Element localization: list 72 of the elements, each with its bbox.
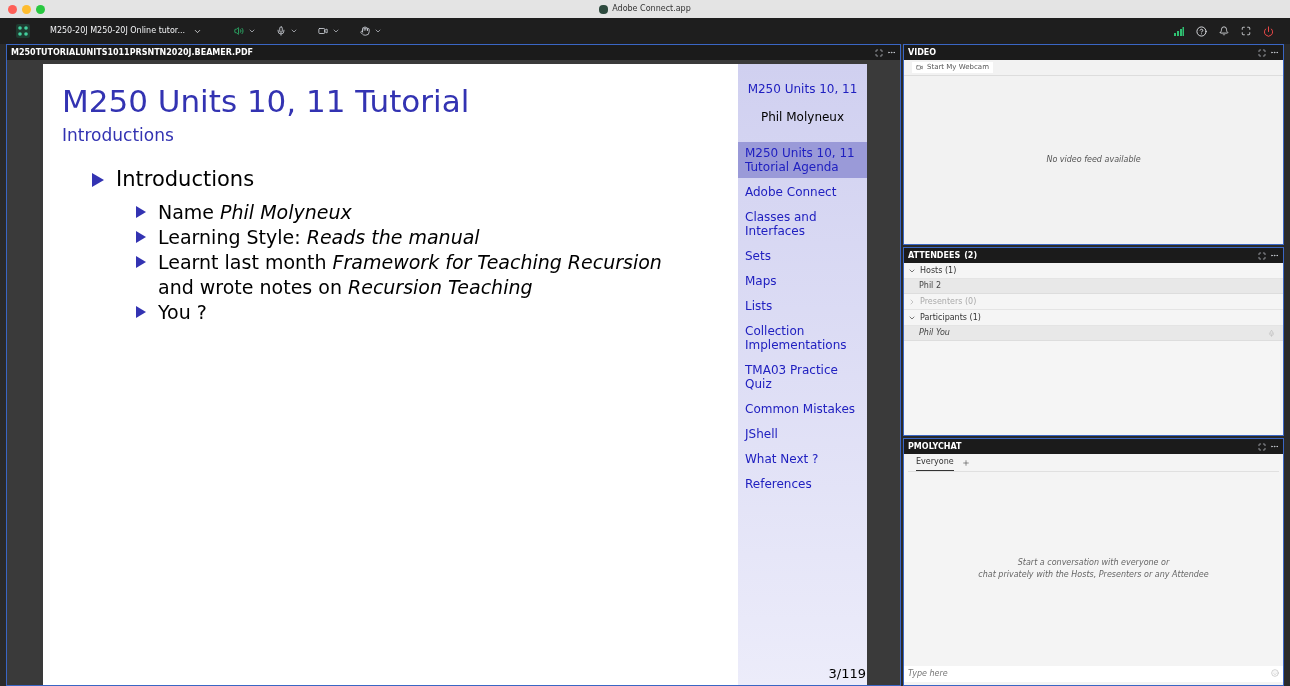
app-logo-icon — [16, 24, 30, 38]
maximize-icon[interactable] — [1258, 442, 1266, 451]
chevron-right-icon — [908, 297, 916, 306]
camera-icon — [318, 26, 329, 36]
bell-icon[interactable] — [1219, 26, 1229, 36]
bullet-text: You ? — [158, 299, 207, 325]
pod-title: VIDEO — [908, 46, 937, 59]
sidebar-item[interactable]: M250 Units 10, 11 Tutorial Agenda — [738, 142, 867, 178]
sidebar-item[interactable]: Common Mistakes — [738, 398, 867, 420]
sidebar-item[interactable]: TMA03 Practice Quiz — [738, 359, 867, 395]
sidebar-item[interactable]: What Next ? — [738, 448, 867, 470]
chat-empty-message: chat privately with the Hosts, Presenters or any Attendee — [978, 569, 1209, 581]
speaker-button[interactable] — [234, 26, 257, 36]
camera-button[interactable] — [318, 26, 341, 36]
bullet-icon — [136, 205, 146, 218]
sidebar-item[interactable]: Adobe Connect — [738, 181, 867, 203]
bullet-text: Learnt last month Framework for Teaching Recursion and wrote notes on Recursion Teaching — [158, 249, 663, 300]
sidebar-author: Phil Molyneux — [759, 109, 846, 126]
sidebar-title: M250 Units 10, 11 — [746, 81, 859, 98]
bullet-text: Learning Style: Reads the manual — [158, 224, 480, 250]
slide-title: M250 Units 10, 11 Tutorial — [62, 82, 471, 121]
bullet-icon — [136, 305, 146, 318]
window-title: Adobe Connect.app — [612, 3, 691, 15]
maximize-icon[interactable] — [1258, 251, 1266, 260]
pod-title: M250TUTORIALUNITS1011PRSNTN2020J.BEAMER.PDF — [11, 46, 254, 59]
bullet-text: Introductions — [116, 166, 255, 194]
maximize-icon[interactable] — [1258, 48, 1266, 57]
sidebar-item[interactable]: Sets — [738, 245, 867, 267]
sidebar-item[interactable]: Collection Implementations — [738, 320, 867, 356]
chevron-down-icon — [248, 27, 257, 35]
attendee-row[interactable]: Phil You — [904, 326, 1283, 341]
microphone-button[interactable] — [276, 26, 299, 36]
chevron-down-icon — [374, 27, 383, 35]
raise-hand-button[interactable] — [360, 26, 383, 36]
pod-title: PMOLYCHAT — [908, 440, 962, 453]
more-icon[interactable] — [1270, 48, 1279, 57]
pod-title: ATTENDEES — [908, 249, 961, 262]
sidebar-item[interactable]: Lists — [738, 295, 867, 317]
more-icon[interactable] — [1270, 251, 1279, 260]
no-video-message: No video feed available — [1046, 154, 1141, 166]
attendee-count: (2) — [964, 249, 978, 262]
fullscreen-icon[interactable] — [1241, 26, 1251, 36]
sidebar-item[interactable]: JShell — [738, 423, 867, 445]
chat-tab[interactable]: Everyone — [916, 454, 954, 471]
attendee-row[interactable]: Phil 2 — [904, 279, 1283, 294]
page-number: 3/119 — [827, 664, 867, 683]
power-icon[interactable] — [1263, 25, 1274, 37]
bullet-icon — [136, 230, 146, 243]
more-icon[interactable] — [887, 48, 896, 57]
attendee-name: Phil 2 — [919, 280, 941, 292]
bullet-text: Name Phil Molyneux — [158, 199, 352, 225]
hand-icon — [360, 26, 371, 36]
meeting-menu[interactable]: M250-20J M250-20J Online tutor... — [50, 25, 203, 37]
chat-input[interactable]: Type here — [904, 666, 1283, 682]
sidebar-item[interactable]: Classes and Interfaces — [738, 206, 867, 242]
more-icon[interactable] — [1270, 442, 1279, 451]
camera-icon — [916, 64, 923, 71]
chevron-down-icon — [332, 27, 341, 35]
attendee-name: Phil You — [919, 327, 950, 339]
sidebar-item[interactable]: References — [738, 473, 867, 495]
maximize-icon[interactable] — [875, 48, 883, 57]
signal-icon — [1174, 26, 1184, 36]
help-icon[interactable] — [1196, 25, 1207, 37]
app-icon — [599, 4, 609, 14]
chevron-down-icon — [290, 27, 299, 35]
chat-empty-message: Start a conversation with everyone or — [1017, 557, 1170, 569]
speaker-icon — [234, 26, 245, 36]
bullet-icon — [92, 173, 104, 187]
sidebar-item[interactable]: Maps — [738, 270, 867, 292]
microphone-icon — [276, 26, 287, 36]
bullet-icon — [136, 255, 146, 268]
slide-subtitle: Introductions — [62, 123, 175, 147]
